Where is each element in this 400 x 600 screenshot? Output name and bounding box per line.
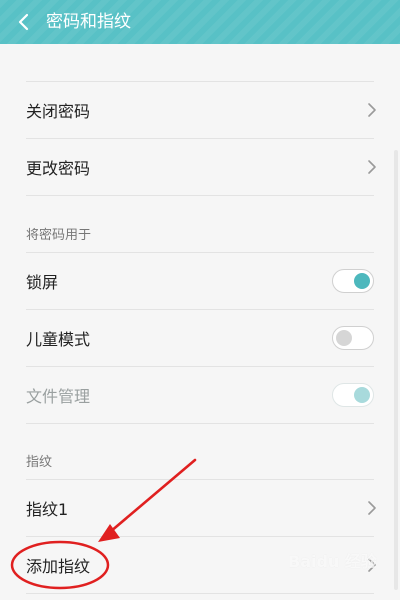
file-manager-label: 文件管理 xyxy=(26,387,91,406)
chevron-right-icon xyxy=(368,501,376,515)
chevron-right-icon xyxy=(368,160,376,174)
app-header: 密码和指纹 xyxy=(0,0,400,44)
fingerprint-1-label: 指纹1 xyxy=(26,500,69,519)
close-password-label: 关闭密码 xyxy=(26,102,91,121)
lock-screen-label: 锁屏 xyxy=(26,273,59,292)
kids-mode-toggle[interactable] xyxy=(332,326,374,350)
divider xyxy=(26,195,374,196)
back-button[interactable] xyxy=(10,8,38,36)
settings-list: 关闭密码 更改密码 将密码用于 锁屏 儿童模式 文件管理 指纹 指纹1 添加指纹 xyxy=(0,44,400,600)
lock-screen-toggle[interactable] xyxy=(332,269,374,293)
row-close-password[interactable]: 关闭密码 xyxy=(0,82,400,138)
toggle-knob xyxy=(336,330,352,346)
section-title-use-password: 将密码用于 xyxy=(26,228,92,243)
baidu-watermark: Baidu 经验 xyxy=(288,552,377,571)
section-title-fingerprint: 指纹 xyxy=(26,455,53,470)
toggle-knob xyxy=(354,273,370,289)
divider xyxy=(26,593,374,594)
row-kids-mode: 儿童模式 xyxy=(0,310,400,366)
page-title: 密码和指纹 xyxy=(46,12,131,32)
row-fingerprint-1[interactable]: 指纹1 xyxy=(0,480,400,536)
row-lock-screen: 锁屏 xyxy=(0,253,400,309)
change-password-label: 更改密码 xyxy=(26,159,91,178)
add-fingerprint-label: 添加指纹 xyxy=(26,557,91,576)
scrollbar[interactable] xyxy=(394,150,398,590)
toggle-knob xyxy=(354,387,370,403)
row-change-password[interactable]: 更改密码 xyxy=(0,139,400,195)
file-manager-toggle xyxy=(332,383,374,407)
row-file-manager: 文件管理 xyxy=(0,367,400,423)
back-chevron-icon xyxy=(18,13,29,31)
divider xyxy=(26,423,374,424)
chevron-right-icon xyxy=(368,103,376,117)
kids-mode-label: 儿童模式 xyxy=(26,330,91,349)
